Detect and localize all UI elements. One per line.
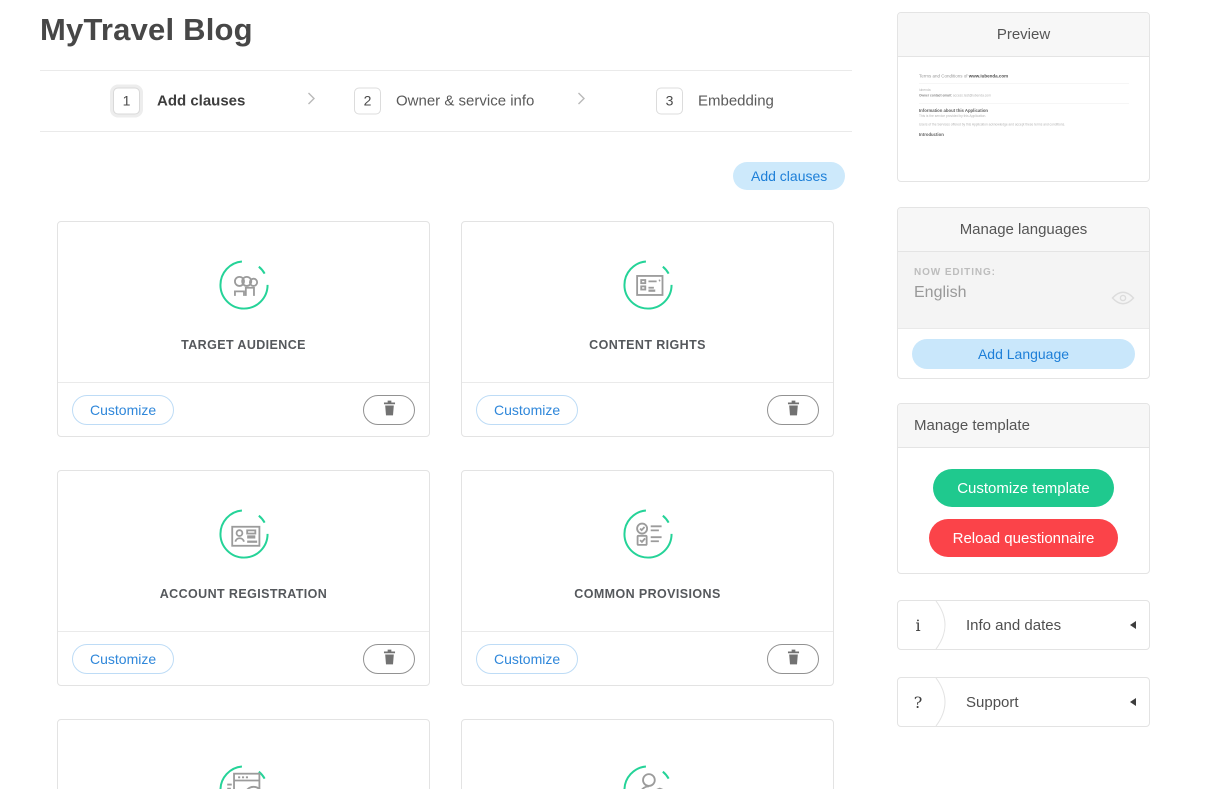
checklist-icon xyxy=(619,505,677,563)
now-editing-section: NOW EDITING: English xyxy=(898,252,1149,329)
step-2-number[interactable]: 2 xyxy=(354,88,381,115)
trash-icon xyxy=(382,649,397,668)
delete-clause-button[interactable] xyxy=(767,395,819,425)
info-icon: i xyxy=(898,616,938,635)
customize-template-button[interactable]: Customize template xyxy=(933,469,1114,507)
document-preview: Terms and Conditions of www.iubenda.com … xyxy=(898,57,1149,181)
support-accordion[interactable]: ? Support xyxy=(897,677,1150,727)
preview-doc-heading: Terms and Conditions of www.iubenda.com xyxy=(919,73,1129,79)
clause-card: CONTENT RIGHTS Customize xyxy=(461,221,834,437)
add-clauses-button[interactable]: Add clauses xyxy=(733,162,845,190)
manage-template-panel: Manage template Customize template Reloa… xyxy=(897,403,1150,574)
step-3-number[interactable]: 3 xyxy=(656,88,683,115)
preview-section-title: Information about this Application xyxy=(919,108,1129,114)
preview-language-button[interactable] xyxy=(1109,288,1137,311)
clause-title: TARGET AUDIENCE xyxy=(181,338,306,352)
reload-questionnaire-button[interactable]: Reload questionnaire xyxy=(929,519,1119,557)
collapse-arrow-icon xyxy=(1130,621,1136,629)
preview-panel: Preview Terms and Conditions of www.iube… xyxy=(897,12,1150,182)
info-and-dates-accordion[interactable]: i Info and dates xyxy=(897,600,1150,650)
step-1-label[interactable]: Add clauses xyxy=(157,93,245,110)
preview-section-line1: This is the service provided by this App… xyxy=(919,115,1129,119)
user-shield-icon xyxy=(619,761,677,789)
collapse-arrow-icon xyxy=(1130,698,1136,706)
page: MyTravel Blog 1 Add clauses 2 Owner & se… xyxy=(0,0,1211,789)
clause-title: ACCOUNT REGISTRATION xyxy=(160,587,328,601)
clause-title: CONTENT RIGHTS xyxy=(589,338,706,352)
clause-card-grid: TARGET AUDIENCE Customize xyxy=(57,221,835,789)
trash-icon xyxy=(786,649,801,668)
add-language-button[interactable]: Add Language xyxy=(912,339,1135,369)
stepper: 1 Add clauses 2 Owner & service info 3 E… xyxy=(40,70,852,132)
manage-languages-panel: Manage languages NOW EDITING: English Ad… xyxy=(897,207,1150,379)
customize-button[interactable]: Customize xyxy=(72,644,174,674)
preview-panel-title: Preview xyxy=(898,13,1149,57)
delete-clause-button[interactable] xyxy=(363,644,415,674)
curve-divider xyxy=(934,601,956,649)
now-editing-label: NOW EDITING: xyxy=(914,267,1133,278)
customize-button[interactable]: Customize xyxy=(476,644,578,674)
clause-card: Customize xyxy=(57,719,430,789)
trash-icon xyxy=(786,400,801,419)
eye-icon xyxy=(1111,294,1135,309)
manage-languages-title: Manage languages xyxy=(898,208,1149,252)
info-and-dates-label: Info and dates xyxy=(966,617,1061,634)
clause-title: COMMON PROVISIONS xyxy=(574,587,720,601)
clause-card: TARGET AUDIENCE Customize xyxy=(57,221,430,437)
step-3-label[interactable]: Embedding xyxy=(698,93,774,110)
question-icon: ? xyxy=(898,693,938,712)
clause-card: ACCOUNT REGISTRATION Customize xyxy=(57,470,430,686)
curve-divider xyxy=(934,678,956,726)
step-1-number[interactable]: 1 xyxy=(113,88,140,115)
people-group-icon xyxy=(215,256,273,314)
customize-button[interactable]: Customize xyxy=(72,395,174,425)
trash-icon xyxy=(382,400,397,419)
preview-intro-title: Introduction xyxy=(919,132,1129,138)
current-language: English xyxy=(914,284,1133,302)
clause-card: COMMON PROVISIONS Customize xyxy=(461,470,834,686)
clause-card: Customize xyxy=(461,719,834,789)
id-card-icon xyxy=(215,505,273,563)
document-list-icon xyxy=(619,256,677,314)
preview-section-line2: Users of the Services offered by this Ap… xyxy=(919,123,1129,127)
manage-template-title: Manage template xyxy=(898,404,1149,448)
support-label: Support xyxy=(966,694,1019,711)
step-2-label[interactable]: Owner & service info xyxy=(396,93,534,110)
preview-owner-name: iubenda xyxy=(919,89,1129,93)
customize-button[interactable]: Customize xyxy=(476,395,578,425)
browser-gauge-icon xyxy=(215,761,273,789)
page-title: MyTravel Blog xyxy=(40,12,253,48)
delete-clause-button[interactable] xyxy=(767,644,819,674)
delete-clause-button[interactable] xyxy=(363,395,415,425)
chevron-right-icon xyxy=(307,92,316,111)
preview-owner-email: Owner contact email: access.test@iubenda… xyxy=(919,94,1129,98)
chevron-right-icon xyxy=(577,92,586,111)
